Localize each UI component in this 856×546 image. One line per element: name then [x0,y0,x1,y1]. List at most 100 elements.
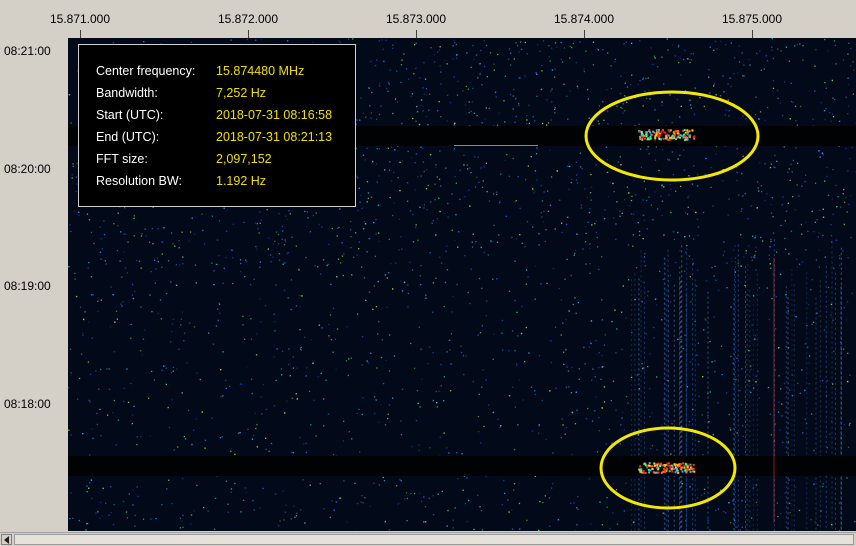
noise-speck [535,170,536,171]
noise-speck [780,50,781,51]
noise-speck [770,167,771,168]
noise-speck [497,242,498,243]
noise-speck [168,407,169,408]
noise-speck [496,194,497,195]
noise-speck [433,352,434,353]
noise-speck [313,215,314,216]
noise-speck [81,353,82,354]
noise-speck [469,109,470,110]
noise-speck [604,345,605,346]
noise-speck [844,307,845,308]
noise-speck [623,103,624,104]
noise-speck [740,234,741,235]
burst-pixel [645,133,647,135]
noise-speck [500,425,501,426]
noise-speck [89,454,90,455]
noise-speck [321,226,322,227]
noise-speck [468,292,469,293]
noise-speck [176,369,177,370]
noise-speck [834,40,835,41]
noise-speck [404,282,405,283]
noise-speck [287,40,288,41]
noise-speck [174,246,175,247]
noise-speck [735,245,736,246]
noise-speck [423,207,424,208]
noise-speck [165,365,166,366]
burst-pixel [648,465,650,467]
noise-speck [652,64,653,65]
noise-speck [561,59,562,60]
noise-speck [422,148,423,149]
noise-speck [213,284,214,285]
noise-speck [259,267,260,268]
scrollbar-thumb[interactable] [14,534,854,545]
noise-speck [317,266,318,267]
noise-speck [356,124,357,125]
noise-speck [132,284,133,285]
noise-speck [362,336,363,337]
noise-speck [771,298,772,299]
noise-speck [642,363,643,364]
noise-speck [797,184,798,185]
noise-speck [561,223,562,224]
noise-speck [526,123,527,124]
noise-speck [601,256,602,257]
noise-speck [672,151,673,152]
noise-speck [810,289,811,290]
noise-speck [182,392,183,393]
noise-speck [393,203,394,204]
noise-speck [453,520,454,521]
noise-speck [265,438,266,439]
noise-speck [321,327,322,328]
noise-speck [361,501,362,502]
noise-speck [632,246,633,247]
noise-speck [481,387,482,388]
noise-speck [497,125,498,126]
noise-speck [639,80,640,81]
noise-speck [577,86,578,87]
noise-speck [271,261,272,262]
noise-speck [570,503,571,504]
noise-speck [532,226,533,227]
noise-speck [620,424,621,425]
noise-speck [831,304,832,305]
noise-speck [429,498,430,499]
noise-speck [854,521,855,522]
noise-speck [751,257,752,258]
noise-speck [452,230,453,231]
noise-speck [293,452,294,453]
noise-speck [434,54,435,55]
noise-speck [684,335,685,336]
scroll-left-button[interactable] [1,534,12,545]
noise-speck [266,449,267,450]
noise-speck [442,491,443,492]
noise-speck [715,41,716,42]
noise-speck [327,264,328,265]
noise-speck [649,416,650,417]
noise-speck [598,367,599,368]
burst-pixel [689,136,691,138]
noise-speck [519,503,520,504]
horizontal-scrollbar[interactable] [0,532,856,546]
noise-speck [741,368,742,369]
noise-speck [230,451,231,452]
noise-speck [185,438,186,439]
noise-speck [850,48,851,49]
noise-speck [828,195,829,196]
noise-speck [82,335,83,336]
noise-speck [349,431,350,432]
noise-speck [742,116,743,117]
noise-speck [424,171,425,172]
noise-speck [368,192,369,193]
noise-speck [526,115,527,116]
noise-speck [182,312,183,313]
noise-speck [484,66,485,67]
burst-pixel [640,468,642,470]
noise-speck [773,58,774,59]
noise-speck [725,114,726,115]
noise-speck [423,161,424,162]
noise-speck [771,47,772,48]
noise-speck [566,224,567,225]
noise-speck [692,184,693,185]
noise-speck [481,510,482,511]
